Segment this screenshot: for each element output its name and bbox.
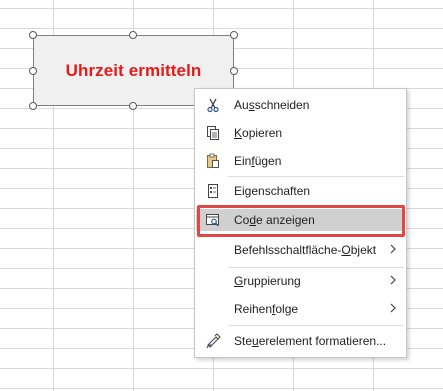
menu-label-gruppierung: Gruppierung: [234, 274, 301, 288]
menu-item-einfuegen[interactable]: Einfügen: [196, 150, 405, 172]
resize-handle-middle-right[interactable]: [230, 67, 238, 75]
menu-separator: [228, 176, 404, 177]
command-button-label: Uhrzeit ermitteln: [65, 60, 202, 80]
resize-handle-middle-left[interactable]: [29, 67, 37, 75]
chevron-right-icon: [389, 301, 397, 315]
menu-label-befehlsschaltflaeche-objekt: Befehlsschaltfläche-Objekt: [234, 243, 377, 257]
menu-label-steuerelement-formatieren: Steuerelement formatieren...: [234, 334, 387, 348]
resize-handle-bottom-left[interactable]: [29, 102, 37, 110]
format-control-icon: [205, 333, 221, 349]
menu-item-gruppierung[interactable]: Gruppierung: [196, 270, 405, 292]
menu-item-ausschneiden[interactable]: Ausschneiden: [196, 94, 405, 116]
highlight-annotation: [197, 205, 405, 237]
menu-label-reihenfolge: Reihenfolge: [234, 302, 299, 316]
copy-icon: [205, 125, 221, 141]
menu-item-kopieren[interactable]: Kopieren: [196, 122, 405, 144]
menu-label-ausschneiden: Ausschneiden: [234, 98, 310, 112]
menu-item-eigenschaften[interactable]: Eigenschaften: [196, 180, 405, 202]
menu-item-reihenfolge[interactable]: Reihenfolge: [196, 298, 405, 320]
menu-label-eigenschaften: Eigenschaften: [234, 184, 311, 198]
menu-item-steuerelement-formatieren[interactable]: Steuerelement formatieren...: [196, 330, 405, 352]
menu-label-einfuegen: Einfügen: [234, 154, 282, 168]
properties-icon: [205, 183, 221, 199]
menu-label-kopieren: Kopieren: [234, 126, 283, 140]
menu-separator: [228, 325, 404, 326]
resize-handle-top-center[interactable]: [129, 31, 137, 39]
resize-handle-top-left[interactable]: [29, 31, 37, 39]
chevron-right-icon: [389, 273, 397, 287]
resize-handle-bottom-center[interactable]: [129, 102, 137, 110]
menu-item-befehlsschaltflaeche-objekt[interactable]: Befehlsschaltfläche-Objekt: [196, 239, 405, 261]
scissors-icon: [205, 97, 221, 113]
chevron-right-icon: [389, 242, 397, 256]
resize-handle-top-right[interactable]: [230, 31, 238, 39]
menu-separator: [228, 267, 404, 268]
paste-icon: [205, 153, 221, 169]
